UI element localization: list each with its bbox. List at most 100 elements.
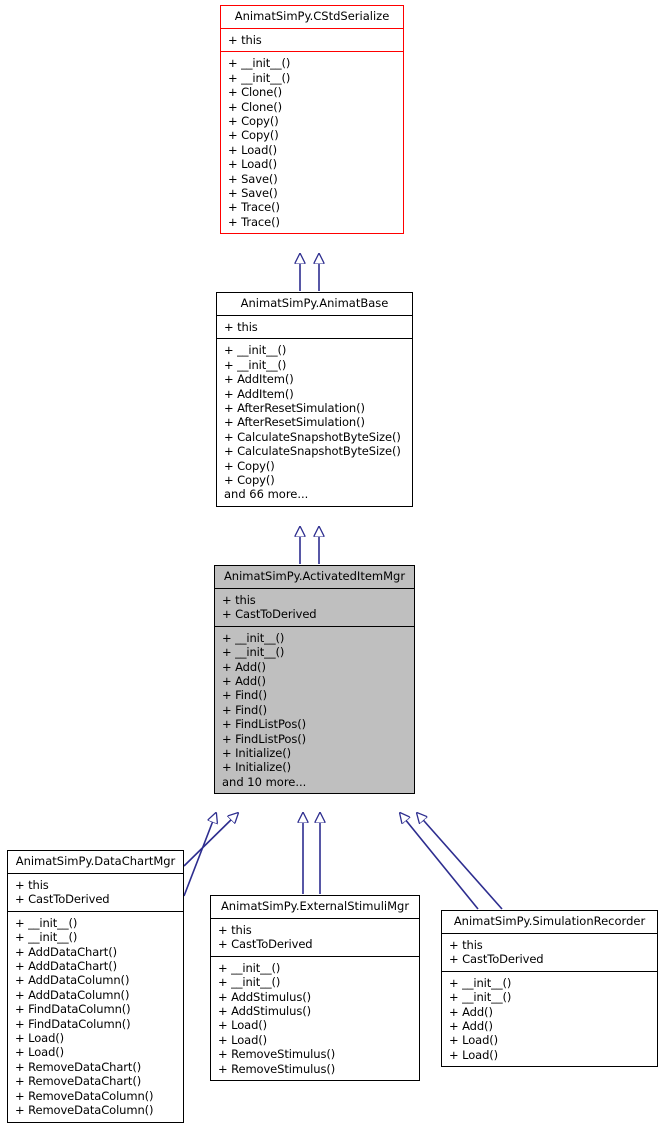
- class-attribute: + this: [15, 878, 49, 892]
- class-method: + __init__(): [222, 630, 285, 645]
- class-method: + FindDataColumn(): [15, 1002, 131, 1017]
- class-method: + Initialize(): [222, 760, 291, 775]
- class-method: + RemoveStimulus(): [218, 1047, 336, 1062]
- class-method: + Add(): [449, 1019, 493, 1034]
- class-method: + CalculateSnapshotByteSize(): [224, 444, 401, 459]
- class-method: + AddDataColumn(): [15, 973, 130, 988]
- class-node-simulationrecorder[interactable]: AnimatSimPy.SimulationRecorder + this + …: [441, 910, 658, 1068]
- class-node-activateditemmgr[interactable]: AnimatSimPy.ActivatedItemMgr + this + Ca…: [214, 565, 415, 795]
- class-method: + __init__(): [15, 930, 78, 945]
- class-method: + __init__(): [224, 357, 287, 372]
- class-method: + __init__(): [15, 915, 78, 930]
- class-attributes-animatbase: + this: [217, 316, 412, 338]
- class-method: + Trace(): [228, 200, 280, 215]
- class-method: + AddStimulus(): [218, 989, 311, 1004]
- class-method: + AfterResetSimulation(): [224, 415, 365, 430]
- class-attributes-cstdserialize: + this: [221, 29, 403, 51]
- class-method: + Trace(): [228, 214, 280, 229]
- edge-datachartmgr-to-activateditemmgr-b: [183, 813, 238, 867]
- class-methods-activateditemmgr: + __init__() + __init__() + Add() + Add(…: [215, 626, 414, 794]
- class-method: + RemoveDataChart(): [15, 1059, 142, 1074]
- class-attributes-simulationrecorder: + this + CastToDerived: [442, 934, 657, 971]
- class-method: + Copy(): [228, 128, 279, 143]
- class-method: + Load(): [449, 1047, 499, 1062]
- class-method: + __init__(): [228, 70, 291, 85]
- class-title-datachartmgr: AnimatSimPy.DataChartMgr: [15, 854, 176, 868]
- class-method: + Clone(): [228, 99, 282, 114]
- class-method: + AddDataChart(): [15, 959, 117, 974]
- class-attribute: + CastToDerived: [15, 892, 110, 907]
- class-method: + Find(): [222, 688, 268, 703]
- edge-simulationrecorder-to-activateditemmgr-b: [417, 813, 503, 910]
- class-method: + __init__(): [222, 645, 285, 660]
- class-title-cstdserialize: AnimatSimPy.CStdSerialize: [234, 9, 390, 23]
- class-title-externalstimulimgr: AnimatSimPy.ExternalStimuliMgr: [220, 899, 410, 913]
- class-method: + AddItem(): [224, 372, 294, 387]
- class-method: + __init__(): [449, 990, 512, 1005]
- class-method: + FindListPos(): [222, 731, 306, 746]
- class-attribute: + CastToDerived: [222, 607, 317, 622]
- class-method: + Add(): [449, 1004, 493, 1019]
- class-method: + Add(): [222, 659, 266, 674]
- class-more-members: and 10 more...: [222, 774, 307, 789]
- class-method: + Save(): [228, 186, 278, 201]
- class-methods-datachartmgr: + __init__() + __init__() + AddDataChart…: [8, 912, 183, 1122]
- class-attribute: + this: [449, 938, 483, 952]
- class-method: + __init__(): [449, 975, 512, 990]
- class-method: + Load(): [218, 1018, 268, 1033]
- edge-datachartmgr-to-activateditemmgr-a: [183, 813, 216, 897]
- class-attributes-externalstimulimgr: + this + CastToDerived: [211, 919, 419, 956]
- class-method: + RemoveStimulus(): [218, 1061, 336, 1076]
- class-more-members: and 66 more...: [224, 487, 309, 502]
- class-methods-externalstimulimgr: + __init__() + __init__() + AddStimulus(…: [211, 957, 419, 1080]
- class-method: + AddDataColumn(): [15, 987, 130, 1002]
- class-method: + __init__(): [218, 960, 281, 975]
- class-attribute: + this: [228, 33, 262, 47]
- class-method: + Load(): [228, 157, 278, 172]
- class-method: + Load(): [228, 142, 278, 157]
- class-methods-cstdserialize: + __init__() + __init__() + Clone() + Cl…: [221, 52, 403, 233]
- class-method: + Find(): [222, 702, 268, 717]
- class-method: + RemoveDataColumn(): [15, 1088, 154, 1103]
- class-node-externalstimulimgr[interactable]: AnimatSimPy.ExternalStimuliMgr + this + …: [210, 895, 420, 1082]
- class-method: + FindListPos(): [222, 717, 306, 732]
- class-method: + Load(): [15, 1031, 65, 1046]
- class-method: + __init__(): [228, 56, 291, 71]
- class-methods-animatbase: + __init__() + __init__() + AddItem() + …: [217, 339, 412, 505]
- class-method: + AddDataChart(): [15, 944, 117, 959]
- class-method: + AddStimulus(): [218, 1004, 311, 1019]
- class-method: + RemoveDataChart(): [15, 1074, 142, 1089]
- class-title-activateditemmgr: AnimatSimPy.ActivatedItemMgr: [215, 566, 414, 588]
- class-method: + Load(): [218, 1032, 268, 1047]
- class-method: + FindDataColumn(): [15, 1016, 131, 1031]
- class-method: + Clone(): [228, 85, 282, 100]
- class-method: + RemoveDataColumn(): [15, 1103, 154, 1118]
- class-method: + Copy(): [228, 114, 279, 129]
- class-method: + Load(): [449, 1033, 499, 1048]
- class-method: + Load(): [15, 1045, 65, 1060]
- class-attribute: + this: [218, 923, 252, 937]
- class-node-cstdserialize[interactable]: AnimatSimPy.CStdSerialize + this + __ini…: [220, 5, 404, 235]
- class-method: + AfterResetSimulation(): [224, 401, 365, 416]
- class-attribute: + CastToDerived: [449, 952, 544, 967]
- class-methods-simulationrecorder: + __init__() + __init__() + Add() + Add(…: [442, 972, 657, 1066]
- class-method: + Initialize(): [222, 746, 291, 761]
- class-title-simulationrecorder: AnimatSimPy.SimulationRecorder: [453, 914, 646, 928]
- class-diagram-canvas: AnimatSimPy.CStdSerialize + this + __ini…: [0, 0, 661, 1139]
- class-node-datachartmgr[interactable]: AnimatSimPy.DataChartMgr + this + CastTo…: [7, 850, 184, 1123]
- class-method: + Copy(): [224, 473, 275, 488]
- class-method: + Add(): [222, 674, 266, 689]
- class-title-animatbase: AnimatSimPy.AnimatBase: [240, 296, 389, 310]
- class-attributes-activateditemmgr: + this + CastToDerived: [215, 589, 414, 626]
- class-attributes-datachartmgr: + this + CastToDerived: [8, 874, 183, 911]
- class-attribute: + this: [222, 593, 256, 607]
- class-method: + __init__(): [224, 343, 287, 358]
- class-method: + __init__(): [218, 975, 281, 990]
- class-method: + Save(): [228, 171, 278, 186]
- class-attribute: + CastToDerived: [218, 937, 313, 952]
- class-method: + AddItem(): [224, 386, 294, 401]
- class-method: + CalculateSnapshotByteSize(): [224, 429, 401, 444]
- class-node-animatbase[interactable]: AnimatSimPy.AnimatBase + this + __init__…: [216, 292, 413, 507]
- class-attribute: + this: [224, 320, 258, 334]
- class-method: + Copy(): [224, 458, 275, 473]
